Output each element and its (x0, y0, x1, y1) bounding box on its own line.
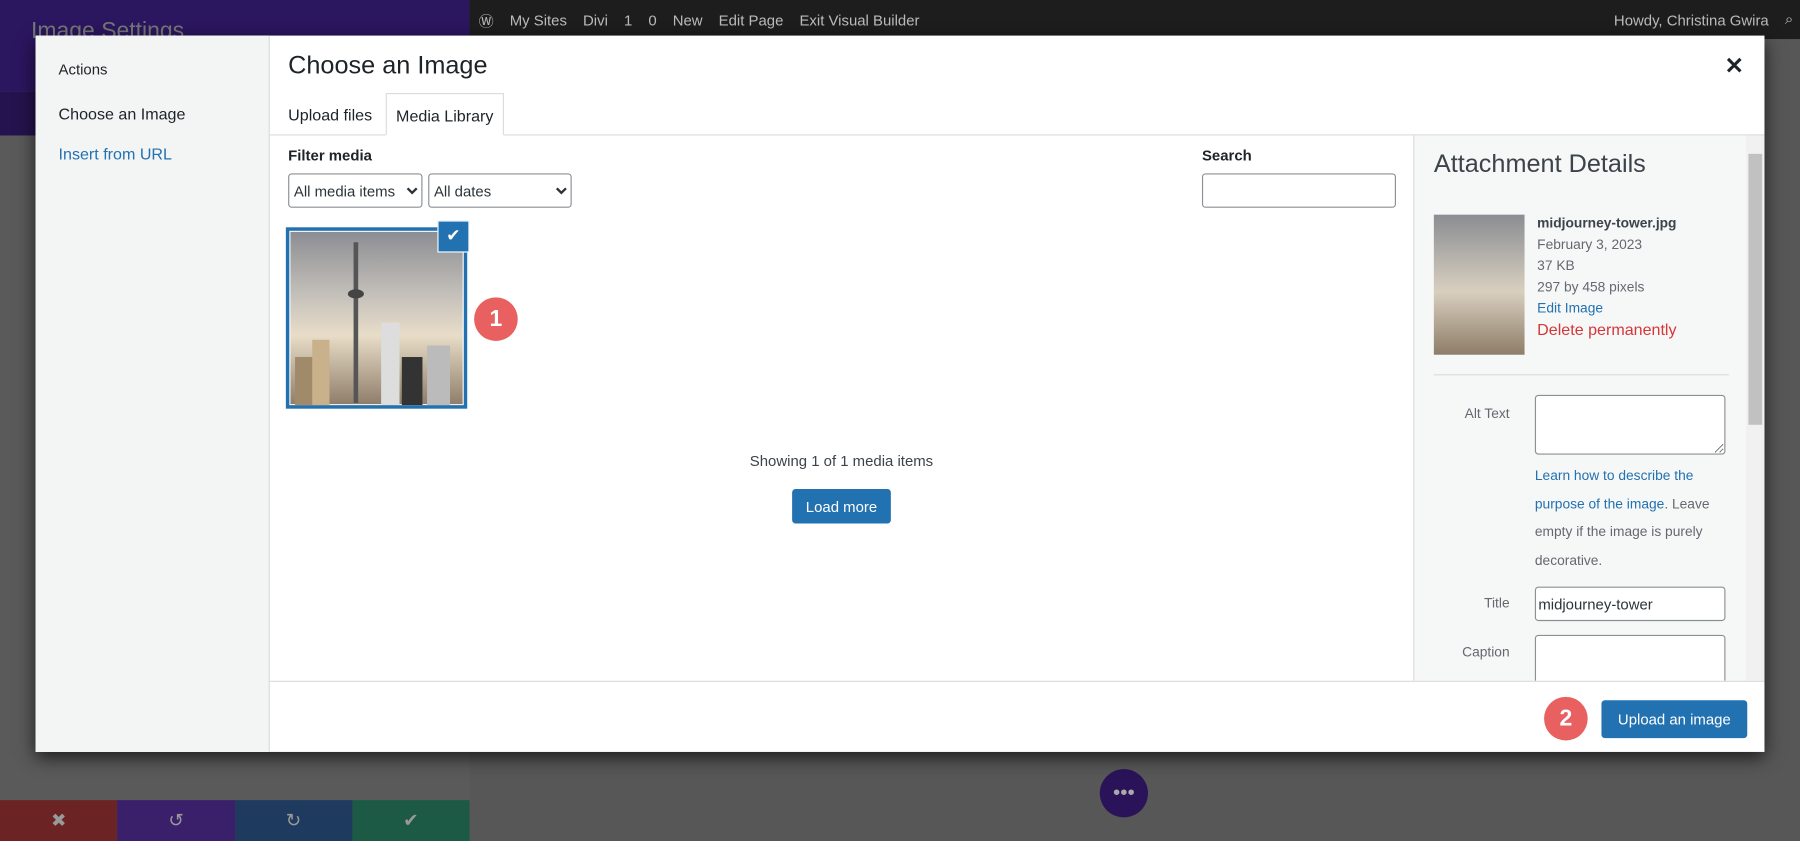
search-label: Search (1201, 146, 1252, 165)
admin-new[interactable]: New (673, 11, 703, 28)
details-thumbnail (1433, 214, 1525, 355)
step-badge-1: 1 (474, 297, 518, 341)
details-scrollbar[interactable] (1746, 135, 1765, 681)
upload-an-image-button[interactable]: Upload an image (1601, 700, 1748, 739)
admin-my-sites[interactable]: My Sites (510, 11, 567, 28)
divider (1433, 374, 1729, 376)
details-date: February 3, 2023 (1537, 235, 1643, 252)
attachment-details: Attachment Details midjourney-tower.jpg … (1413, 135, 1748, 681)
details-size: 37 KB (1537, 257, 1575, 274)
alt-text-input[interactable] (1534, 394, 1726, 455)
admin-greeting[interactable]: Howdy, Christina Gwira (1614, 11, 1769, 28)
details-heading: Attachment Details (1433, 149, 1646, 178)
tab-media-library[interactable]: Media Library (385, 92, 504, 136)
undo-icon[interactable]: ↺ (117, 800, 235, 841)
media-tabs: Upload files Media Library (269, 92, 1765, 136)
title-input[interactable] (1534, 586, 1726, 622)
admin-comments[interactable]: 0 (648, 11, 656, 28)
close-icon[interactable]: ✕ (1725, 52, 1744, 81)
scrollbar-thumb[interactable] (1748, 153, 1763, 425)
admin-updates[interactable]: 1 (624, 11, 632, 28)
delete-permanently-link[interactable]: Delete permanently (1537, 319, 1676, 340)
admin-edit-page[interactable]: Edit Page (719, 11, 784, 28)
discard-icon[interactable]: ✖ (0, 800, 118, 841)
tower-image (295, 242, 451, 406)
media-browser: Filter media All media items All dates S… (270, 135, 1413, 680)
modal-footer: 2 Upload an image (269, 680, 1765, 753)
modal-title: Choose an Image (288, 50, 488, 80)
details-dimensions: 297 by 458 pixels (1537, 278, 1645, 295)
media-modal: Actions Choose an Image Insert from URL … (35, 35, 1765, 753)
wp-admin-bar: Ⓦ My Sites Divi 1 0 New Edit Page Exit V… (469, 0, 1800, 40)
load-more-button[interactable]: Load more (792, 489, 891, 524)
menu-item-insert-url[interactable]: Insert from URL (59, 145, 172, 163)
search-input[interactable] (1201, 173, 1396, 208)
wordpress-logo-icon[interactable]: Ⓦ (479, 9, 494, 31)
alt-text-help: Learn how to describe the purpose of the… (1534, 467, 1710, 568)
screen: Image Settings ✖ ↺ ↻ ✔ Ⓦ My Sites Divi 1… (0, 0, 1800, 841)
details-filename: midjourney-tower.jpg (1537, 214, 1677, 231)
tab-upload-files[interactable]: Upload files (279, 93, 381, 134)
filter-label: Filter media (288, 146, 372, 165)
caption-label: Caption (1462, 644, 1510, 661)
edit-image-link[interactable]: Edit Image (1537, 297, 1676, 318)
admin-exit-builder[interactable]: Exit Visual Builder (799, 11, 919, 28)
media-item-midjourney-tower[interactable] (285, 227, 468, 409)
media-menu: Actions Choose an Image Insert from URL (35, 35, 270, 752)
menu-heading: Actions (58, 60, 108, 79)
redo-icon[interactable]: ↻ (234, 800, 353, 841)
admin-divi[interactable]: Divi (583, 11, 608, 28)
search-icon[interactable]: ⌕ (1785, 10, 1793, 28)
divi-footer: ✖ ↺ ↻ ✔ (0, 800, 470, 841)
details-meta: midjourney-tower.jpg February 3, 2023 37… (1537, 212, 1676, 339)
media-count: Showing 1 of 1 media items (749, 452, 934, 470)
alt-text-label: Alt Text (1464, 405, 1510, 422)
save-icon[interactable]: ✔ (352, 800, 470, 841)
caption-input[interactable] (1534, 634, 1726, 681)
menu-item-choose-image[interactable]: Choose an Image (59, 104, 186, 122)
step-badge-2: 2 (1544, 696, 1588, 741)
media-type-filter[interactable]: All media items (288, 173, 423, 208)
divi-more-button[interactable]: ••• (1099, 769, 1148, 818)
selected-check-icon[interactable]: ✔ (437, 220, 470, 253)
date-filter[interactable]: All dates (428, 173, 572, 208)
title-label: Title (1484, 594, 1510, 611)
